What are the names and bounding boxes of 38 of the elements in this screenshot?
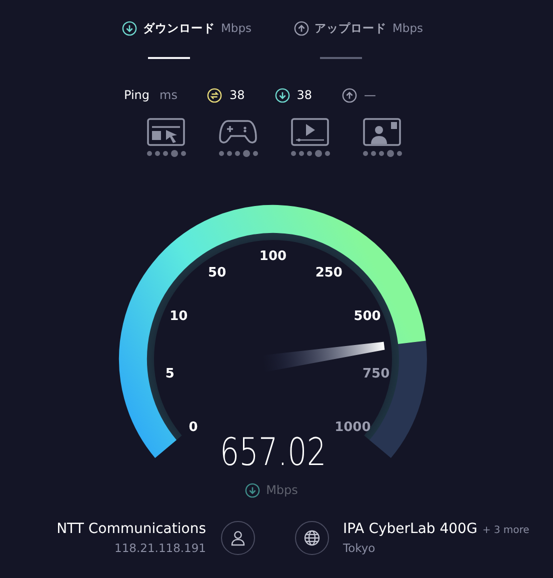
globe-icon[interactable] <box>295 521 329 556</box>
browser-cursor-icon <box>146 117 186 148</box>
ping-value: — <box>364 87 376 104</box>
ip-address: 118.21.118.191 <box>114 540 206 558</box>
gauge-tick-label: 250 <box>315 266 342 281</box>
rating-dots <box>146 150 186 158</box>
video-player-icon <box>290 117 330 148</box>
gauge-tick-label: 1000 <box>334 420 371 436</box>
video-call-icon <box>362 117 402 148</box>
upload-icon <box>342 88 358 103</box>
more-servers-link[interactable]: + 3 more <box>482 523 530 538</box>
ping-value: 38 <box>296 87 312 104</box>
tab[interactable]: ダウンロード Mbps <box>122 20 252 60</box>
gauge-tick-label: 50 <box>208 266 226 281</box>
download-icon <box>245 482 260 498</box>
download-icon <box>122 21 137 36</box>
gauge-tick-label: 750 <box>362 366 390 382</box>
speed-unit: Mbps <box>266 482 298 500</box>
ping-value: 38 <box>229 87 245 104</box>
tab[interactable]: アップロード Mbps <box>294 20 424 60</box>
provider-name: NTT Communications <box>56 520 206 540</box>
upload-icon <box>294 21 308 36</box>
server-location: Tokyo <box>343 540 376 558</box>
idle-ping-icon <box>207 88 222 103</box>
rating-dots <box>362 150 402 158</box>
gauge-tick-label: 10 <box>170 309 188 324</box>
rating-dots <box>290 150 330 158</box>
server-name: IPA CyberLab 400G <box>343 520 478 540</box>
ping-label: Ping <box>124 87 150 104</box>
gauge-tick-label: 0 <box>188 420 198 436</box>
gauge-tick-label: 5 <box>165 366 174 382</box>
download-icon <box>274 88 290 103</box>
gauge-tick-label: 500 <box>354 309 381 324</box>
gauge-tick-label: 100 <box>259 249 287 264</box>
speed-reading: 657.02 <box>220 431 326 476</box>
ping-unit: ms <box>160 87 178 104</box>
rating-dots <box>218 150 258 158</box>
user-icon[interactable] <box>221 521 255 556</box>
